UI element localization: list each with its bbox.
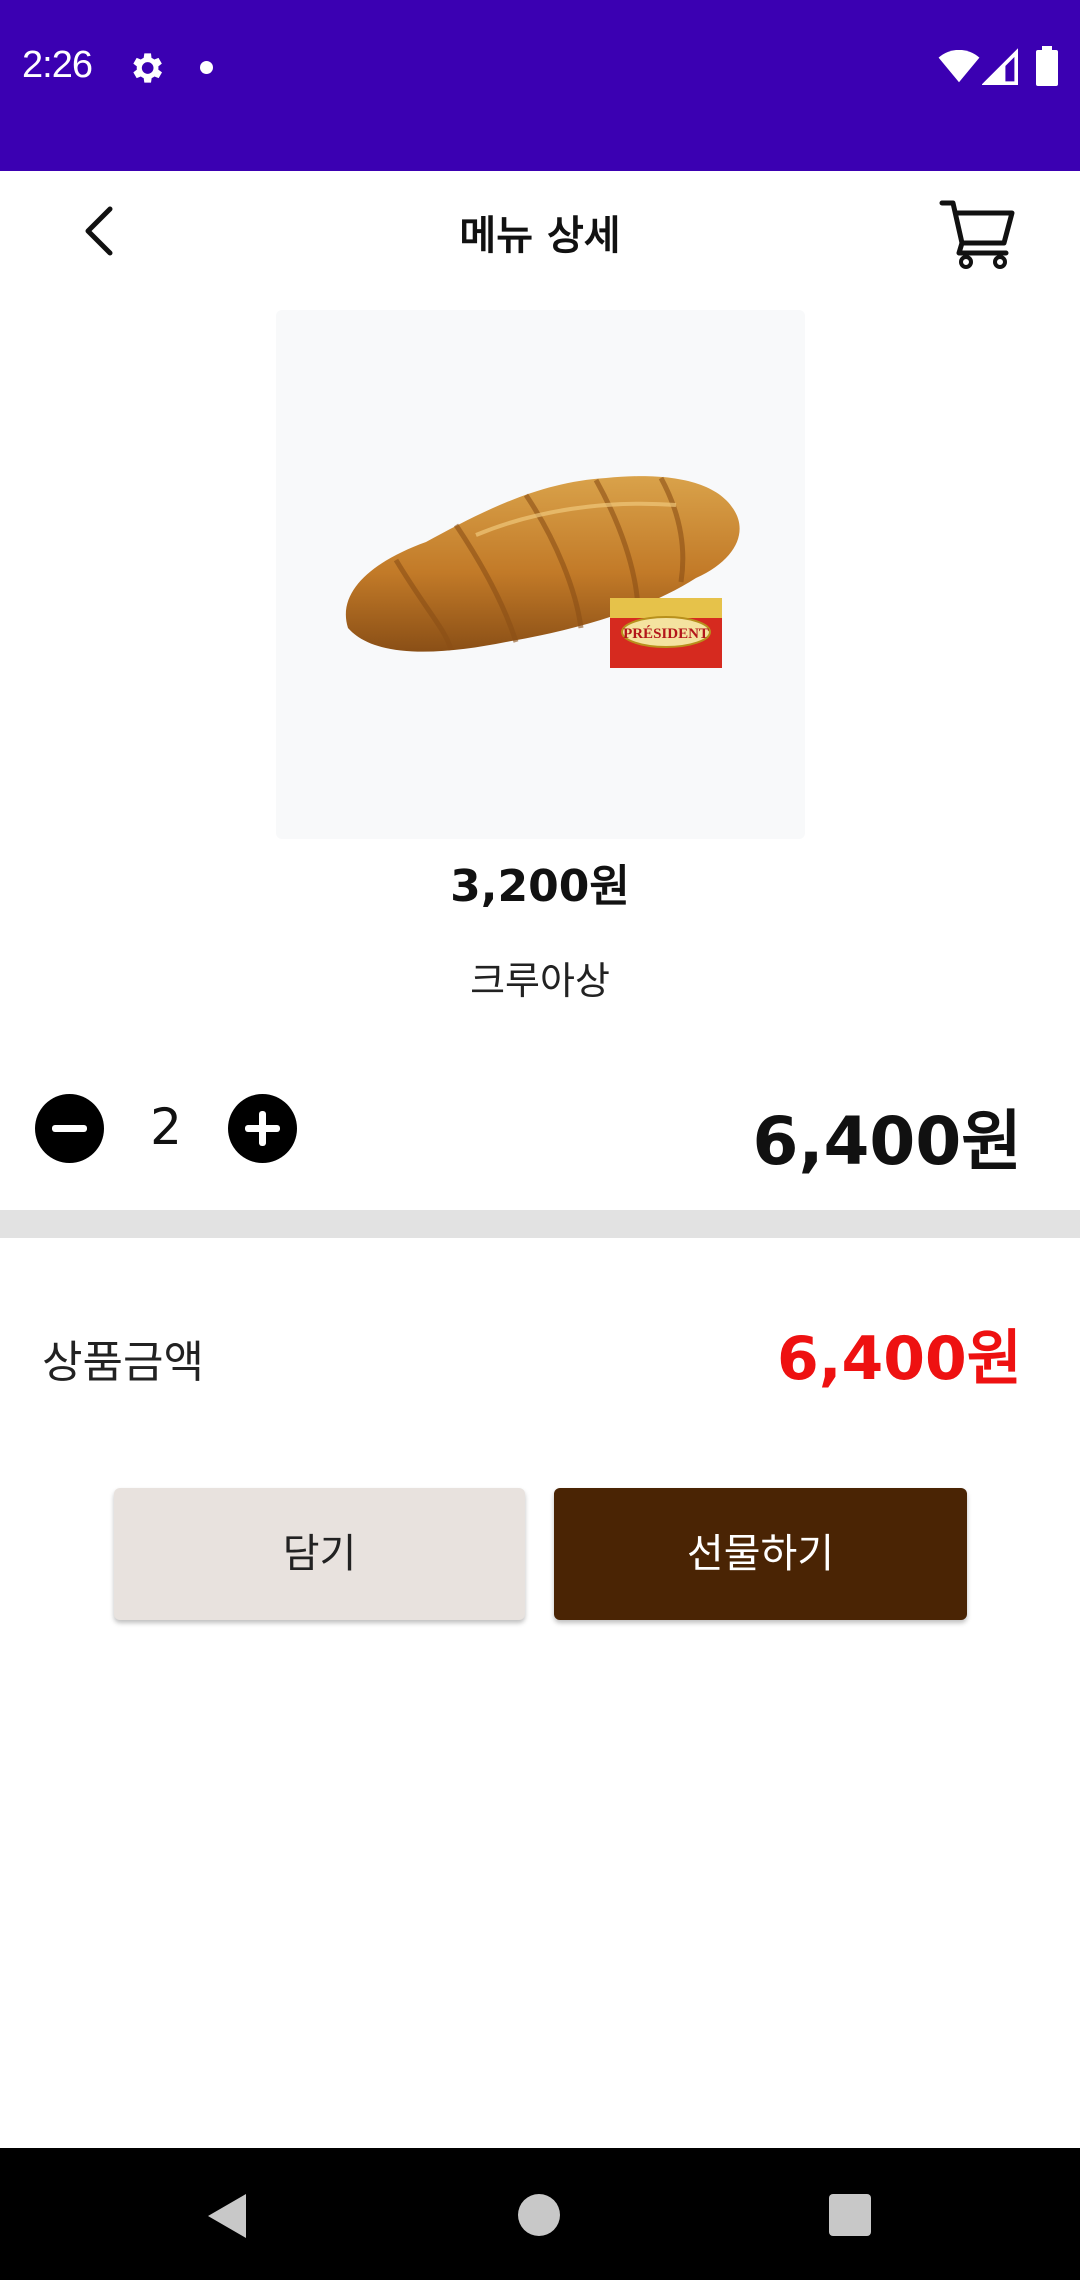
system-nav-bar (0, 2148, 1080, 2280)
product-name: 크루아상 (470, 959, 610, 1003)
summary-amount: 6,400원 (777, 1324, 1022, 1394)
croissant-image: PRÉSIDENT (345, 476, 740, 668)
line-total: 6,400원 (752, 1103, 1022, 1180)
back-triangle-icon[interactable] (204, 2192, 248, 2240)
cart-icon (939, 200, 1015, 269)
cart-button[interactable] (938, 197, 1018, 271)
add-to-cart-button[interactable]: 담기 (114, 1488, 525, 1620)
gear-icon (133, 53, 162, 83)
recents-square-icon[interactable] (829, 2194, 871, 2236)
quantity-value: 2 (150, 1098, 182, 1156)
brand-logo-text: PRÉSIDENT (623, 625, 709, 642)
status-time: 2:26 (22, 44, 93, 86)
unit-price: 3,200원 (450, 861, 630, 912)
section-divider (0, 1210, 1080, 1238)
battery-icon (1036, 46, 1058, 86)
page-title: 메뉴 상세 (459, 213, 621, 259)
notification-dot-icon (200, 61, 213, 74)
summary-label: 상품금액 (42, 1337, 204, 1388)
gift-button[interactable]: 선물하기 (554, 1488, 967, 1620)
quantity-increase-button[interactable] (228, 1094, 297, 1163)
signal-icon (982, 48, 1018, 85)
product-image: PRÉSIDENT (276, 310, 805, 839)
quantity-decrease-button[interactable] (35, 1094, 104, 1163)
wifi-icon (938, 50, 980, 83)
status-bar: 2:26 (0, 0, 1080, 171)
app-bar: 메뉴 상세 (0, 171, 1080, 296)
home-circle-icon[interactable] (518, 2194, 560, 2236)
butter-box-image: PRÉSIDENT (610, 598, 722, 668)
